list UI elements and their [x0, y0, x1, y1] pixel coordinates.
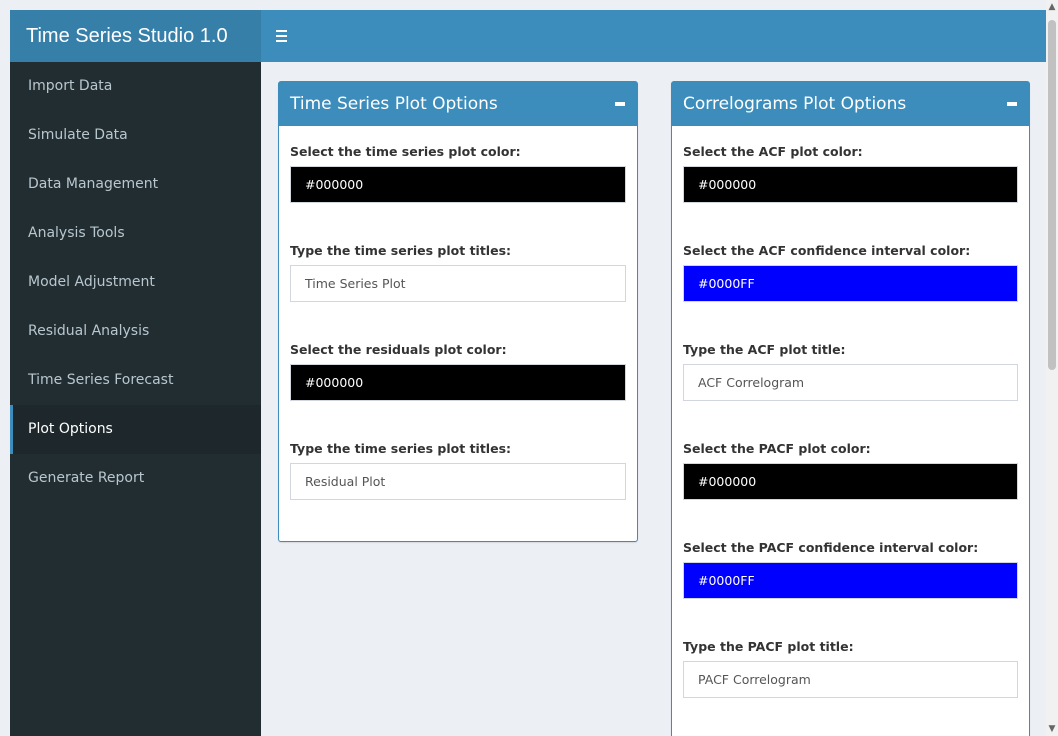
sidebar-item-plot-options[interactable]: Plot Options [10, 405, 261, 454]
app-title: Time Series Studio 1.0 [10, 10, 261, 62]
minus-icon[interactable] [615, 102, 625, 106]
field-label: Select the residuals plot color: [290, 342, 507, 357]
field-label: Select the time series plot color: [290, 144, 521, 159]
sidebar-item-generate-report[interactable]: Generate Report [10, 454, 261, 503]
sidebar-item-residual-analysis[interactable]: Residual Analysis [10, 307, 261, 356]
sidebar-item-analysis-tools[interactable]: Analysis Tools [10, 209, 261, 258]
sidebar-item-time-series-forecast[interactable]: Time Series Forecast [10, 356, 261, 405]
vertical-scrollbar[interactable]: ▲ ▼ [1046, 0, 1058, 736]
box-header: Correlograms Plot Options [672, 82, 1029, 126]
sidebar-item-import-data[interactable]: Import Data [10, 62, 261, 111]
scrollbar-thumb[interactable] [1048, 20, 1056, 370]
sidebar-item-model-adjustment[interactable]: Model Adjustment [10, 258, 261, 307]
field-label: Type the time series plot titles: [290, 243, 512, 258]
correlograms-plot-options-box: Correlograms Plot Options Select the ACF… [671, 81, 1030, 736]
minus-icon[interactable] [1007, 102, 1017, 106]
scroll-up-arrow-icon[interactable]: ▲ [1046, 0, 1058, 14]
scroll-down-arrow-icon[interactable]: ▼ [1046, 722, 1058, 736]
field-label: Select the ACF confidence interval color… [683, 243, 971, 258]
field-label: Select the ACF plot color: [683, 144, 863, 159]
time-series-plot-options-box: Time Series Plot Options Select the time… [278, 81, 638, 542]
sidebar-item-simulate-data[interactable]: Simulate Data [10, 111, 261, 160]
field-label: Select the PACF plot color: [683, 441, 871, 456]
field-label: Type the time series plot titles: [290, 441, 512, 456]
box-title: Correlograms Plot Options [683, 94, 907, 114]
top-navbar: Time Series Studio 1.0 [10, 10, 1046, 62]
field-label: Type the PACF plot title: [683, 639, 854, 654]
sidebar: Import Data Simulate Data Data Managemen… [10, 62, 261, 736]
field-label: Select the PACF confidence interval colo… [683, 540, 979, 555]
acf-plot-title-input[interactable]: ACF Correlogram [683, 364, 1018, 401]
sidebar-item-data-management[interactable]: Data Management [10, 160, 261, 209]
main-content: Time Series Plot Options Select the time… [261, 62, 1046, 736]
hamburger-menu-icon[interactable] [272, 24, 296, 48]
field-label: Type the ACF plot title: [683, 342, 846, 357]
box-header: Time Series Plot Options [279, 82, 637, 126]
box-title: Time Series Plot Options [290, 94, 498, 114]
